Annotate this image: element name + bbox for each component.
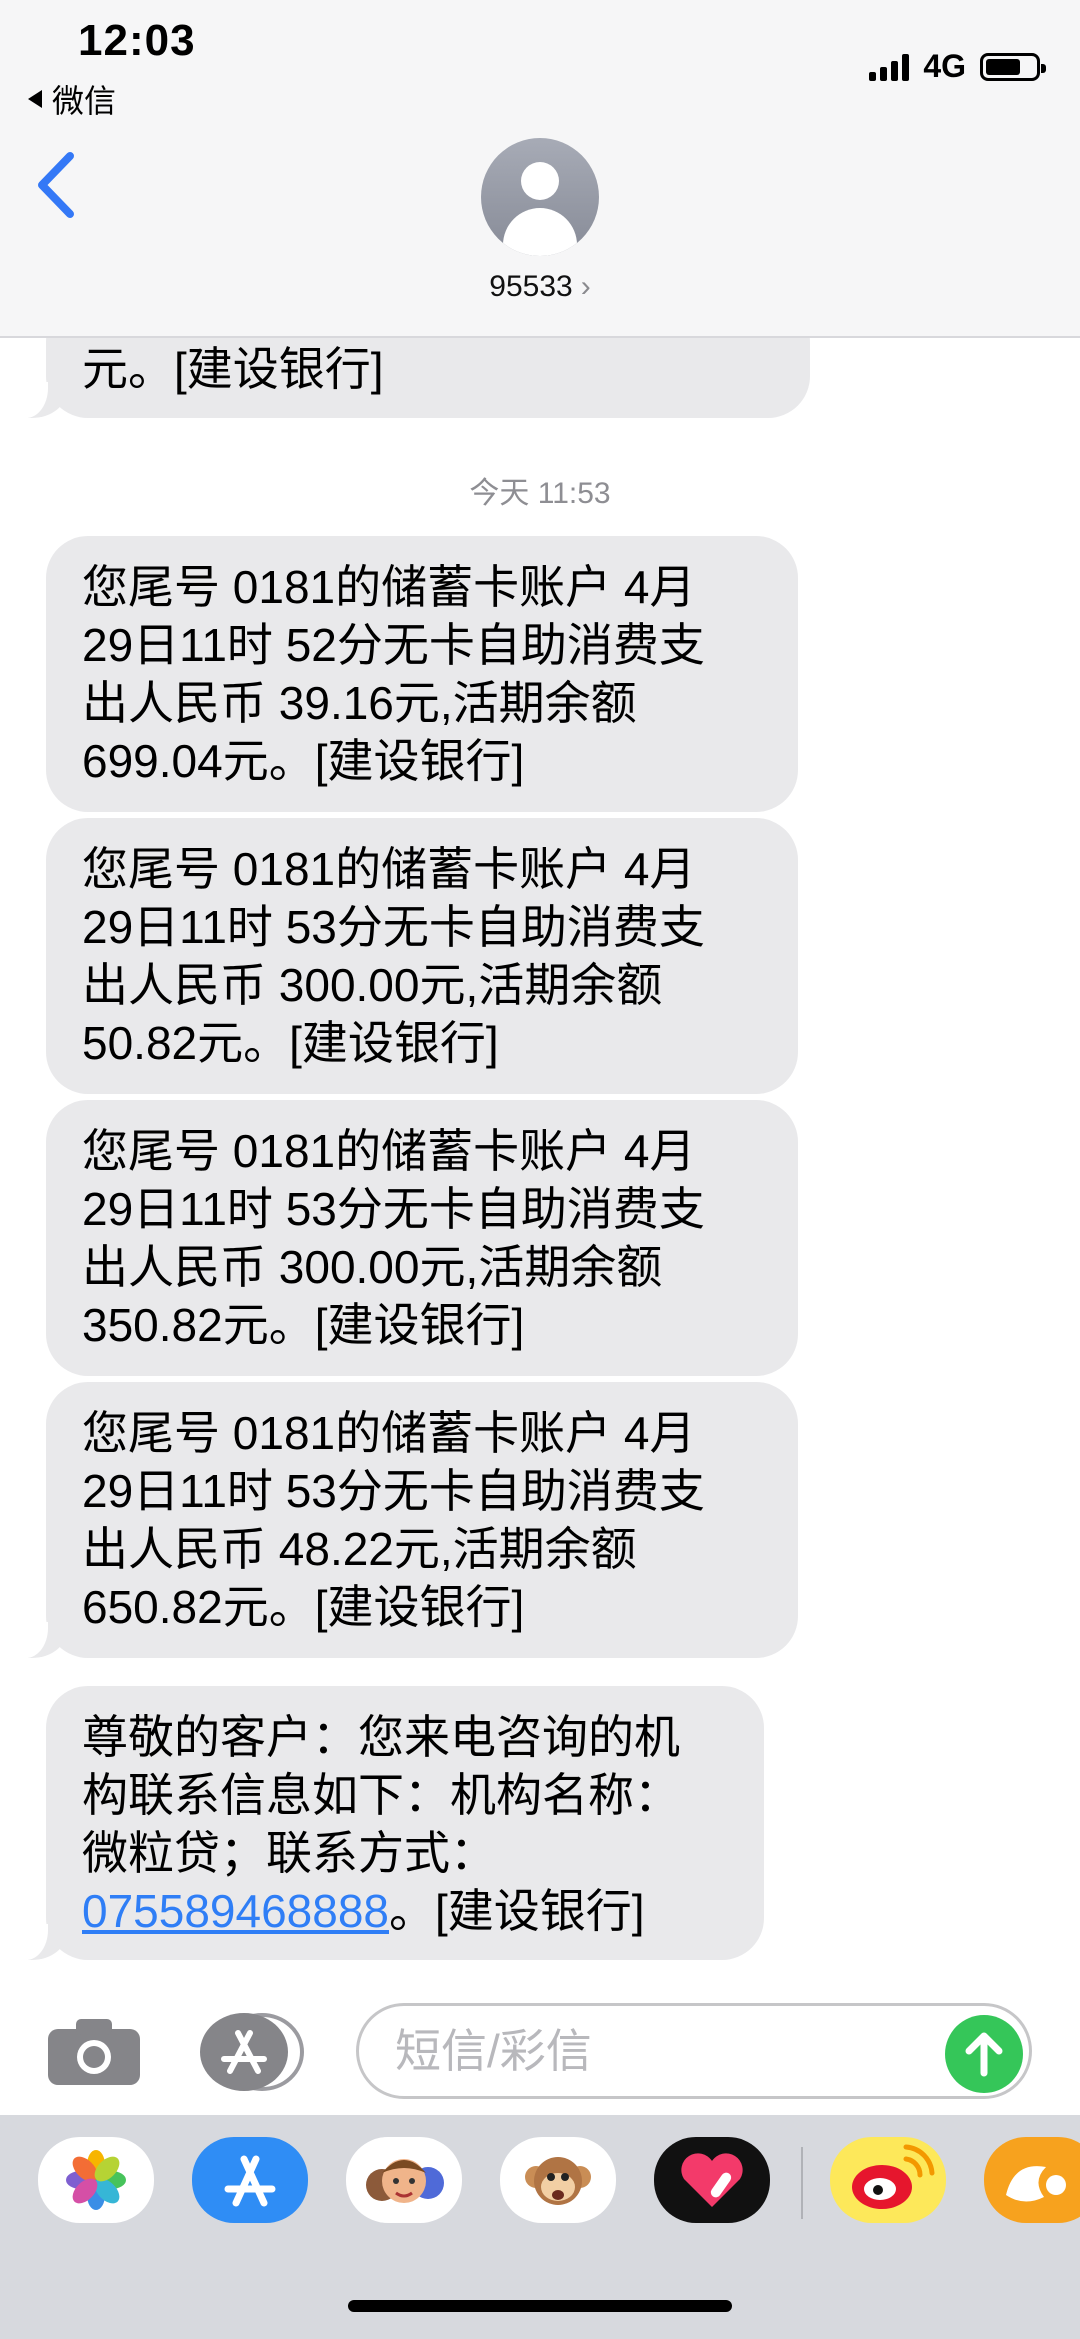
photos-icon[interactable]: [38, 2137, 154, 2223]
drawer-divider: [801, 2147, 803, 2219]
status-time: 12:03: [78, 16, 196, 65]
message-text: 您尾号 0181的储蓄卡账户 4月 29日11时 53分无卡自助消费支 出人民币…: [82, 843, 705, 1069]
message-suffix: 。[建设银行]: [389, 1885, 645, 1937]
back-chevron-icon[interactable]: [30, 150, 82, 220]
memoji-icon[interactable]: [346, 2137, 462, 2223]
message-bubble[interactable]: 您尾号 0181的储蓄卡账户 4月 29日11时 53分无卡自助消费支 出人民币…: [46, 818, 798, 1094]
message-text: 尊敬的客户：您来电咨询的机 构联系信息如下：机构名称： 微粒贷；联系方式： 075…: [82, 1708, 728, 1940]
bubble-tail: [26, 1924, 68, 1960]
back-to-app-link[interactable]: 微信: [28, 76, 116, 122]
bubble-tail: [26, 382, 68, 418]
phone-link[interactable]: 075589468888: [82, 1885, 389, 1937]
app-store-icon: [200, 2013, 304, 2091]
message-bubble-contact-info[interactable]: 尊敬的客户：您来电咨询的机 构联系信息如下：机构名称： 微粒贷；联系方式： 075…: [26, 1686, 764, 1960]
message-body: 尊敬的客户：您来电咨询的机 构联系信息如下：机构名称： 微粒贷；联系方式：: [82, 1711, 680, 1879]
digital-touch-icon[interactable]: [654, 2137, 770, 2223]
message-text: 您尾号 0181的储蓄卡账户 4月 29日11时 53分无卡自助消费支 出人民币…: [82, 1125, 705, 1351]
back-app-label: 微信: [52, 83, 117, 119]
compose-bar: 短信/彩信: [0, 1995, 1080, 2115]
battery-icon: [980, 52, 1046, 81]
camera-button[interactable]: [48, 2019, 140, 2085]
message-text: 元。[建设银行]: [82, 343, 384, 395]
message-input-placeholder: 短信/彩信: [395, 2025, 592, 2077]
contact-name-button[interactable]: 95533 ›: [0, 270, 1080, 304]
message-text: 您尾号 0181的储蓄卡账户 4月 29日11时 52分无卡自助消费支 出人民币…: [82, 561, 705, 787]
message-timestamp: 今天 11:53: [469, 477, 611, 510]
message-bubble[interactable]: 您尾号 0181的储蓄卡账户 4月 29日11时 53分无卡自助消费支 出人民币…: [46, 1100, 798, 1376]
chevron-right-icon: ›: [580, 270, 591, 303]
message-text: 您尾号 0181的储蓄卡账户 4月 29日11时 53分无卡自助消费支 出人民币…: [82, 1407, 705, 1633]
send-button[interactable]: [945, 2015, 1023, 2093]
app-store-icon[interactable]: [192, 2137, 308, 2223]
message-bubble[interactable]: 您尾号 0181的储蓄卡账户 4月 29日11时 53分无卡自助消费支 出人民币…: [26, 1382, 798, 1658]
message-input[interactable]: 短信/彩信: [356, 2003, 1032, 2099]
person-icon: [521, 162, 559, 200]
app-store-button[interactable]: [200, 2013, 304, 2091]
weibo-icon[interactable]: [830, 2137, 946, 2223]
contact-number: 95533: [489, 270, 573, 303]
cellular-signal-icon: [869, 53, 910, 81]
conversation-header: 12:03 微信 4G 95533 ›: [0, 0, 1080, 338]
status-indicators: 4G: [869, 48, 1046, 85]
uc-browser-icon[interactable]: [984, 2137, 1080, 2223]
animoji-icon[interactable]: [500, 2137, 616, 2223]
home-indicator[interactable]: [348, 2300, 732, 2312]
arrow-up-icon: [965, 2032, 1003, 2077]
camera-icon: [48, 2019, 140, 2085]
back-triangle-icon: [28, 90, 42, 108]
bubble-tail: [26, 1622, 68, 1658]
message-bubble[interactable]: 您尾号 0181的储蓄卡账户 4月 29日11时 52分无卡自助消费支 出人民币…: [46, 536, 798, 812]
contact-avatar[interactable]: [481, 138, 599, 256]
network-type: 4G: [923, 48, 966, 84]
